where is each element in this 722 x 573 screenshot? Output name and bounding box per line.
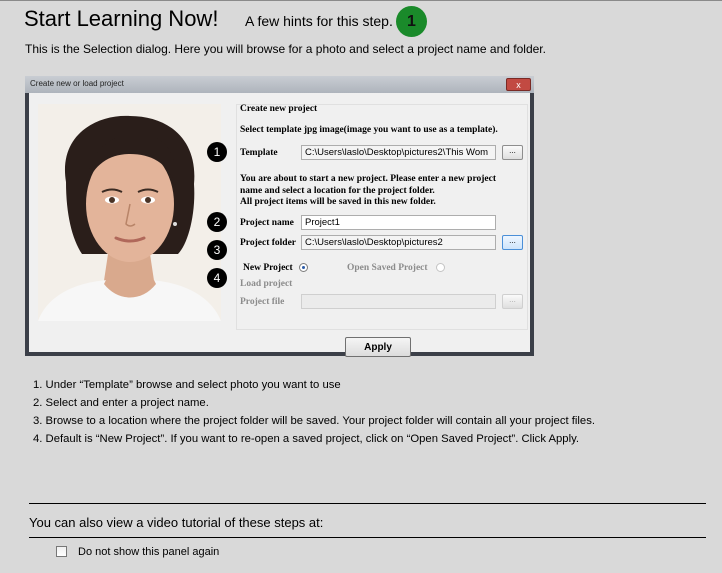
template-hint: Select template jpg image(image you want… xyxy=(240,125,498,135)
instruction-item: 2. Select and enter a project name. xyxy=(33,397,209,409)
new-project-radio-label[interactable]: New Project xyxy=(243,263,293,273)
top-border xyxy=(0,0,722,1)
template-photo xyxy=(38,104,221,321)
callout-1: 1 xyxy=(207,142,227,162)
callout-2: 2 xyxy=(207,212,227,232)
step-badge: 1 xyxy=(396,6,427,37)
dialog-title: Create new or load project xyxy=(30,79,124,88)
divider-top xyxy=(29,503,706,504)
create-project-header: Create new project xyxy=(240,104,318,114)
instruction-item: 3. Browse to a location where the projec… xyxy=(33,415,595,427)
do-not-show-checkbox[interactable] xyxy=(56,546,67,557)
intro-text: This is the Selection dialog. Here you w… xyxy=(25,42,546,56)
about-text-line-3: All project items will be saved in this … xyxy=(240,197,436,207)
folder-browse-button[interactable]: ... xyxy=(502,235,523,250)
project-folder-field[interactable]: C:\Users\laslo\Desktop\pictures2 xyxy=(301,235,496,250)
project-folder-label: Project folder xyxy=(240,238,297,248)
dialog-titlebar: Create new or load project x xyxy=(25,76,534,93)
video-tutorial-text: You can also view a video tutorial of th… xyxy=(29,515,324,530)
project-file-browse-button[interactable]: ... xyxy=(502,294,523,309)
about-text-line-2: name and select a location for the proje… xyxy=(240,186,435,196)
load-project-header: Load project xyxy=(240,279,293,289)
page-title: Start Learning Now! xyxy=(24,6,219,31)
about-text-line-1: You are about to start a new project. Pl… xyxy=(240,174,497,184)
template-label: Template xyxy=(240,148,278,158)
open-saved-project-radio-label[interactable]: Open Saved Project xyxy=(347,263,428,273)
open-saved-project-radio[interactable] xyxy=(436,263,445,272)
apply-button[interactable]: Apply xyxy=(345,337,411,357)
callout-4: 4 xyxy=(207,268,227,288)
portrait-photo-icon xyxy=(38,104,221,321)
instructions-list: 1. Under “Template” browse and select ph… xyxy=(33,378,595,450)
project-name-label: Project name xyxy=(240,218,294,228)
project-name-input[interactable]: Project1 xyxy=(301,215,496,230)
do-not-show-label[interactable]: Do not show this panel again xyxy=(78,546,219,558)
divider-bottom xyxy=(29,537,706,538)
page-subtitle: A few hints for this step. xyxy=(245,13,393,29)
new-project-radio[interactable] xyxy=(299,263,308,272)
template-browse-button[interactable]: ... xyxy=(502,145,523,160)
instruction-item: 4. Default is “New Project”. If you want… xyxy=(33,433,580,445)
dialog-body: Create new project Select template jpg i… xyxy=(29,93,530,357)
close-icon[interactable]: x xyxy=(506,78,531,91)
project-file-label: Project file xyxy=(240,297,285,307)
project-file-field[interactable] xyxy=(301,294,496,309)
callout-3: 3 xyxy=(207,240,227,260)
template-path-field[interactable]: C:\Users\laslo\Desktop\pictures2\This Wo… xyxy=(301,145,496,160)
instruction-item: 1. Under “Template” browse and select ph… xyxy=(33,379,341,391)
selection-dialog: Create new or load project x Create new … xyxy=(25,76,534,357)
